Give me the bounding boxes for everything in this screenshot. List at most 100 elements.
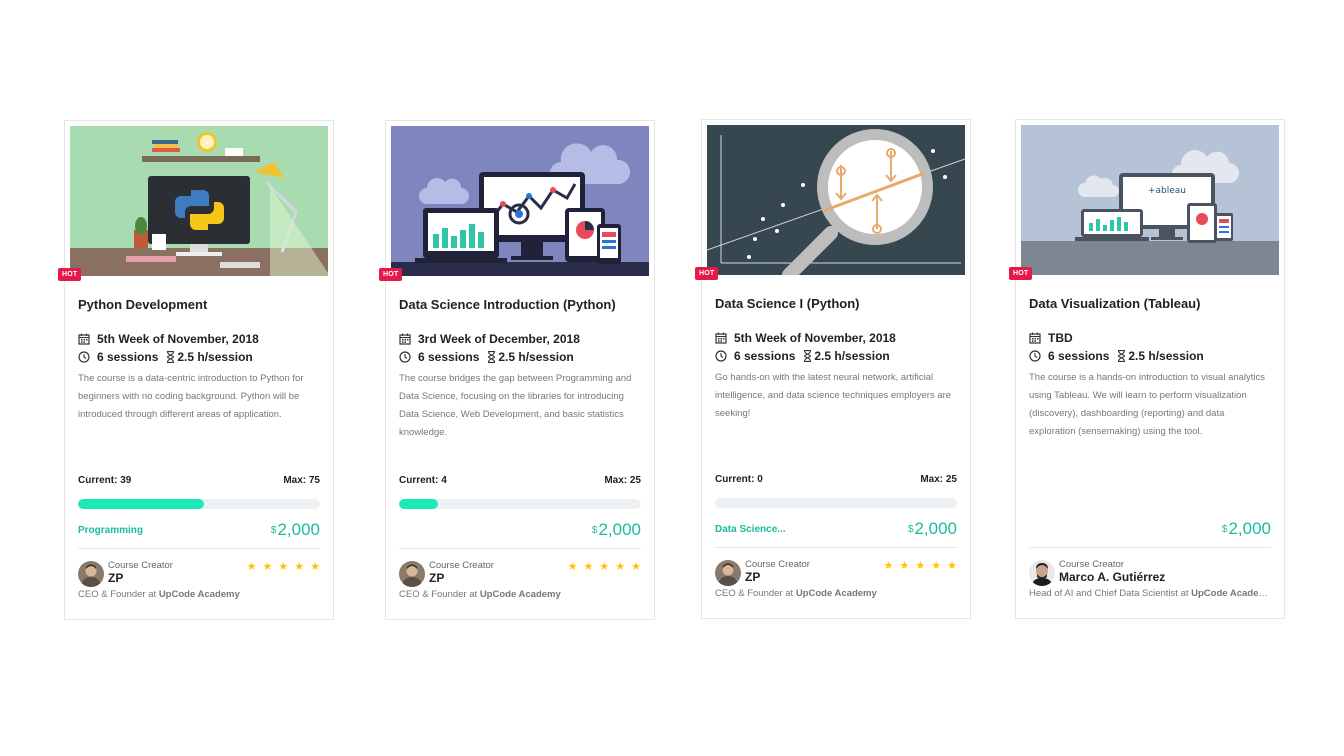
calendar-icon xyxy=(78,333,90,345)
hot-badge: HOT xyxy=(695,267,719,280)
course-card[interactable]: HOT Python Development 5th Week of Novem… xyxy=(58,120,334,620)
enrollment-progress xyxy=(715,498,957,508)
max-count: Max: 75 xyxy=(283,475,320,486)
hot-badge: HOT xyxy=(1009,267,1033,280)
course-sessions: 6 sessions xyxy=(734,349,796,363)
python-desk-illustration xyxy=(70,126,328,276)
hot-badge: HOT xyxy=(379,268,403,281)
creator-name[interactable]: Marco A. Gutiérrez xyxy=(1059,570,1165,584)
star-icon: ★ xyxy=(899,560,910,572)
divider xyxy=(715,547,957,548)
course-title[interactable]: Data Visualization (Tableau) xyxy=(1029,296,1271,311)
course-duration: 2.5 h/session xyxy=(814,349,890,363)
star-icon: ★ xyxy=(246,561,257,573)
creator-label: Course Creator xyxy=(429,560,494,571)
divider xyxy=(1029,547,1271,548)
star-icon: ★ xyxy=(631,561,641,573)
star-icon: ★ xyxy=(947,560,957,572)
rating-stars: ★ ★ ★ ★ ★ xyxy=(562,561,641,573)
max-count: Max: 25 xyxy=(920,474,957,485)
course-description: Go hands-on with the latest neural netwo… xyxy=(715,372,952,419)
course-creator: Course Creator ZP ★ ★ ★ ★ ★ xyxy=(78,559,320,587)
course-duration: 2.5 h/session xyxy=(498,350,574,364)
creator-name[interactable]: ZP xyxy=(745,570,760,584)
course-sessions: 6 sessions xyxy=(1048,349,1110,363)
calendar-icon xyxy=(399,333,411,345)
calendar-icon xyxy=(715,332,727,344)
divider xyxy=(78,548,320,549)
clock-icon xyxy=(78,351,90,363)
creator-role: CEO & Founder at UpCode Academy xyxy=(715,588,877,599)
creator-org: UpCode Academy xyxy=(158,589,240,600)
enrollment-progress xyxy=(399,499,641,509)
enrollment-progress xyxy=(78,499,320,509)
creator-label: Course Creator xyxy=(745,559,810,570)
course-creator: Course Creator Marco A. Gutiérrez xyxy=(1029,558,1271,586)
creator-label: Course Creator xyxy=(108,560,173,571)
creator-org: UpCode Academy xyxy=(1191,588,1271,599)
tableau-logo-text: +ableau xyxy=(1148,186,1186,196)
course-title[interactable]: Data Science I (Python) xyxy=(715,296,957,311)
creator-label: Course Creator xyxy=(1059,559,1124,570)
course-date: 3rd Week of December, 2018 xyxy=(418,332,580,346)
avatar[interactable] xyxy=(78,561,104,587)
creator-name[interactable]: ZP xyxy=(429,571,444,585)
course-category[interactable]: Programming xyxy=(78,525,143,536)
course-duration: 2.5 h/session xyxy=(177,350,253,364)
course-image[interactable] xyxy=(391,126,649,276)
avatar[interactable] xyxy=(715,560,741,586)
star-icon: ★ xyxy=(583,561,594,573)
course-card[interactable]: +ableau HOT Data Visualization (Tableau)… xyxy=(1009,119,1285,619)
course-price: $2,000 xyxy=(1221,519,1271,538)
course-creator: Course Creator ZP ★ ★ ★ ★ ★ xyxy=(399,559,641,587)
hourglass-icon xyxy=(488,351,496,363)
course-duration: 2.5 h/session xyxy=(1128,349,1204,363)
star-icon: ★ xyxy=(294,561,305,573)
divider xyxy=(399,548,641,549)
hourglass-icon xyxy=(167,351,175,363)
hourglass-icon xyxy=(1118,350,1126,362)
course-card[interactable]: HOT Data Science I (Python) 5th Week of … xyxy=(695,119,971,619)
creator-name[interactable]: ZP xyxy=(108,571,123,585)
course-image[interactable] xyxy=(707,125,965,275)
hot-badge: HOT xyxy=(58,268,82,281)
clock-icon xyxy=(715,350,727,362)
star-icon: ★ xyxy=(278,561,289,573)
creator-role: CEO & Founder at UpCode Academy xyxy=(399,589,561,600)
course-date: 5th Week of November, 2018 xyxy=(734,331,896,345)
course-description: The course bridges the gap between Progr… xyxy=(399,373,632,438)
course-title[interactable]: Python Development xyxy=(78,297,320,312)
creator-role: Head of AI and Chief Data Scientist at U… xyxy=(1029,588,1271,599)
course-date: 5th Week of November, 2018 xyxy=(97,332,259,346)
course-price: $2,000 xyxy=(907,519,957,538)
star-icon: ★ xyxy=(567,561,578,573)
star-icon: ★ xyxy=(883,560,894,572)
course-image[interactable] xyxy=(70,126,328,276)
avatar[interactable] xyxy=(1029,560,1055,586)
hourglass-icon xyxy=(804,350,812,362)
regression-magnifier-illustration xyxy=(707,125,965,275)
calendar-icon xyxy=(1029,332,1041,344)
current-count: Current: 4 xyxy=(399,475,447,486)
course-card[interactable]: HOT Data Science Introduction (Python) 3… xyxy=(379,120,655,620)
star-icon: ★ xyxy=(262,561,273,573)
course-creator: Course Creator ZP ★ ★ ★ ★ ★ xyxy=(715,558,957,586)
creator-role: CEO & Founder at UpCode Academy xyxy=(78,589,240,600)
tableau-devices-illustration: +ableau xyxy=(1021,125,1279,275)
clock-icon xyxy=(399,351,411,363)
course-sessions: 6 sessions xyxy=(97,350,159,364)
current-count: Current: 0 xyxy=(715,474,763,485)
course-category[interactable]: Data Science... xyxy=(715,524,786,535)
course-description: The course is a hands-on introduction to… xyxy=(1029,372,1266,437)
course-description: The course is a data-centric introductio… xyxy=(78,373,304,420)
star-icon: ★ xyxy=(931,560,942,572)
max-count: Max: 25 xyxy=(604,475,641,486)
course-title[interactable]: Data Science Introduction (Python) xyxy=(399,297,641,312)
enrollment-progress-fill xyxy=(78,499,204,509)
clock-icon xyxy=(1029,350,1041,362)
current-count: Current: 39 xyxy=(78,475,132,486)
course-image[interactable]: +ableau xyxy=(1021,125,1279,275)
course-sessions: 6 sessions xyxy=(418,350,480,364)
avatar[interactable] xyxy=(399,561,425,587)
star-icon: ★ xyxy=(599,561,610,573)
